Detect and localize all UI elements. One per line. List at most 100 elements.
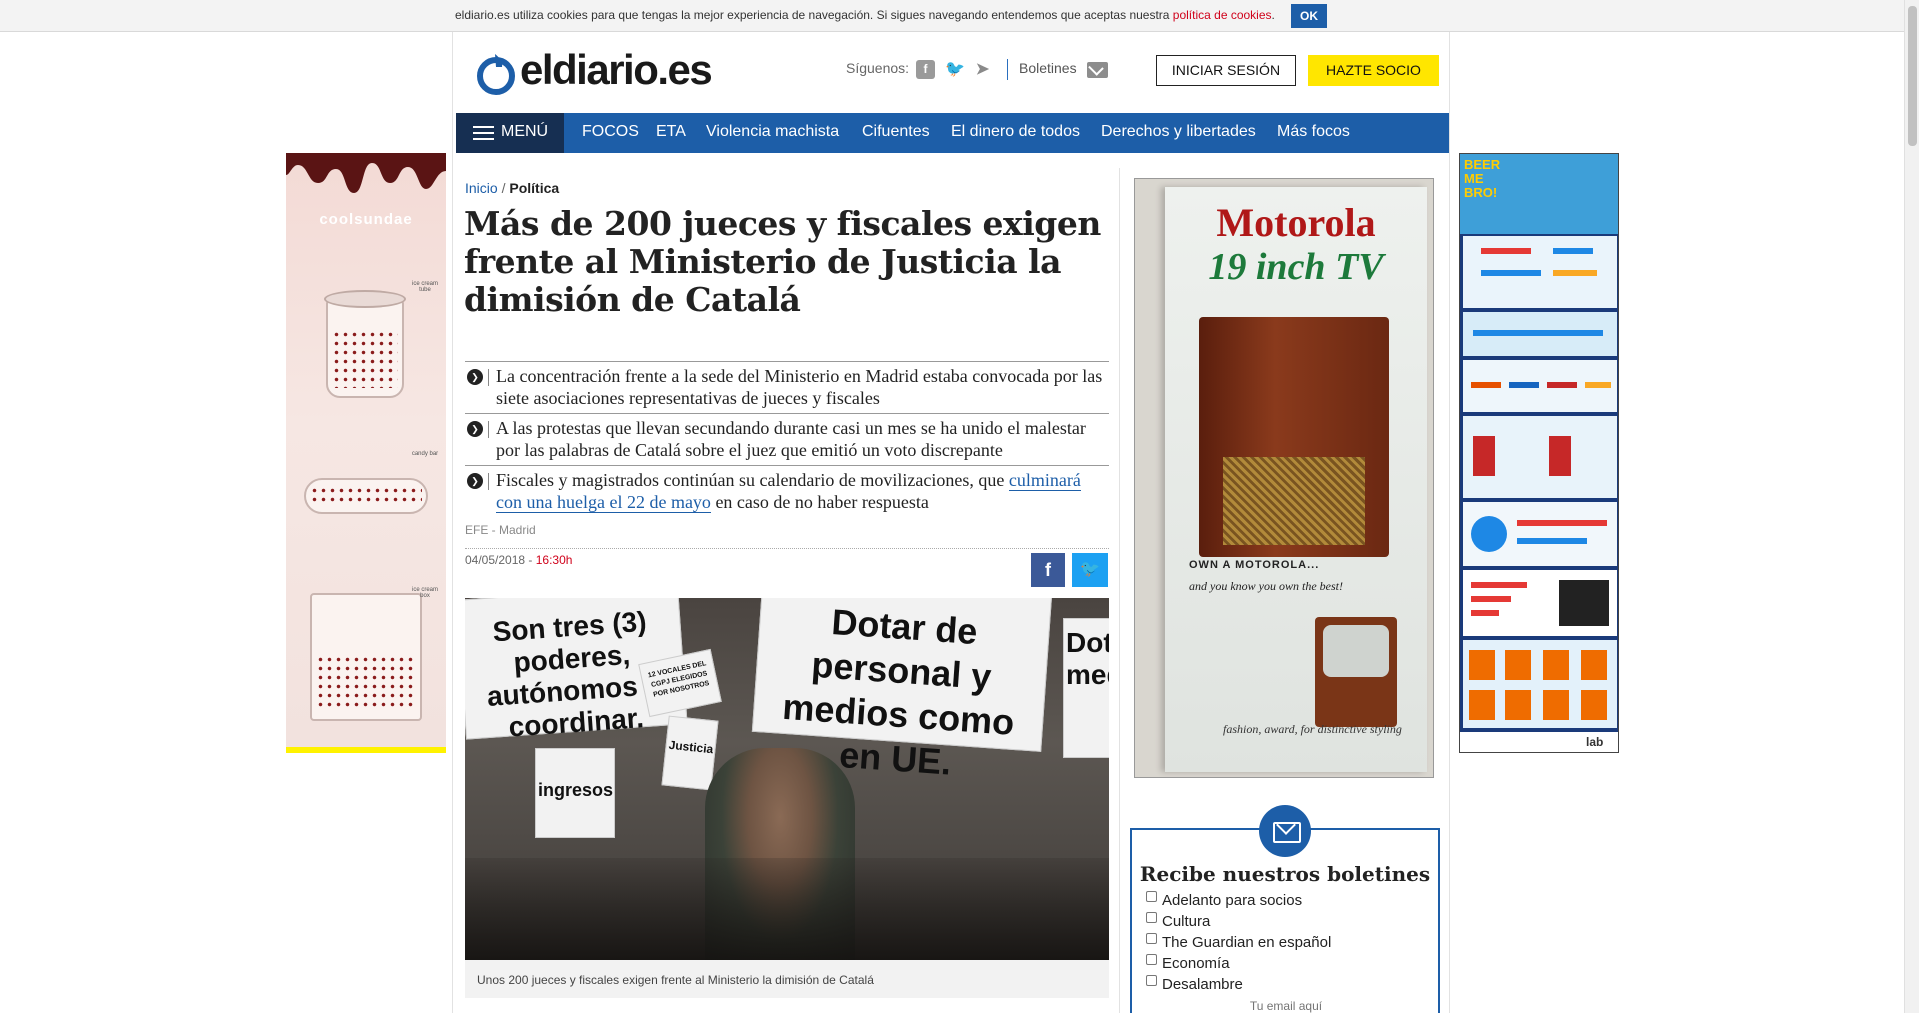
newsletter-checkbox[interactable] [1146, 954, 1157, 965]
motorola-ad-title: Motorola [1216, 200, 1376, 245]
ice-cream-box-image [310, 593, 422, 721]
article-headline: Más de 200 jueces y fiscales exigen fren… [464, 204, 1101, 319]
logo-text: eldiario.es [520, 46, 713, 93]
facebook-icon: f [1045, 560, 1051, 580]
protest-sign: ingresos [535, 748, 615, 838]
subscribe-button[interactable]: HAZTE SOCIO [1308, 55, 1439, 86]
newsletter-option-label: Cultura [1162, 913, 1211, 930]
page-scrollbar[interactable] [1904, 0, 1919, 1013]
bullet-divider [488, 421, 489, 438]
scrollbar-thumb[interactable] [1908, 6, 1917, 146]
motorola-ad-tagline: and you know you own the best! [1189, 579, 1343, 593]
breadcrumb-home-link[interactable]: Inicio [465, 180, 498, 196]
summary-item: ❯ A las protestas que llevan secundando … [465, 413, 1109, 465]
motorola-ad-fashion: fashion, award, for distinctive styling [1223, 722, 1402, 736]
summary-item: ❯ Fiscales y magistrados continúan su ca… [465, 465, 1109, 517]
article-date: 04/05/2018 - 16:30h [465, 553, 572, 567]
telegram-icon[interactable]: ➤ [973, 60, 992, 79]
nav-item-derechos-y-libertades[interactable]: Derechos y libertades [1101, 123, 1256, 141]
protest-sign: Justicia [661, 715, 719, 791]
nav-item-cifuentes[interactable]: Cifuentes [862, 123, 930, 141]
nav-item-eta[interactable]: ETA [656, 123, 686, 141]
main-nav: MENÚ FOCOS ETA Violencia machista Cifuen… [456, 113, 1449, 153]
cookie-accept-button[interactable]: OK [1291, 4, 1327, 28]
menu-label: MENÚ [501, 123, 549, 140]
newsletter-checkbox[interactable] [1146, 975, 1157, 986]
newsletter-title: Recibe nuestros boletines [1139, 862, 1431, 886]
motorola-ad-subtitle: 19 inch TV [1208, 246, 1384, 288]
mail-icon[interactable] [1087, 62, 1108, 78]
cookie-policy-link[interactable]: política de cookies [1173, 8, 1272, 22]
infographic-panel [1463, 236, 1617, 308]
summary-text: Fiscales y magistrados continúan su cale… [496, 469, 1106, 513]
speaker-grille [1223, 457, 1365, 545]
facebook-icon[interactable]: f [916, 60, 935, 79]
photo-caption: Unos 200 jueces y fiscales exigen frente… [465, 960, 1109, 998]
cookie-period: . [1271, 8, 1275, 22]
newsletter-option[interactable]: Cultura [1146, 912, 1211, 930]
infographic-panel [1463, 640, 1617, 728]
newsletter-option[interactable]: The Guardian en español [1146, 933, 1332, 951]
summary-text-start: Fiscales y magistrados continúan su cale… [496, 470, 1009, 490]
newsletters-link[interactable]: Boletines [1019, 60, 1077, 76]
envelope-icon [1259, 805, 1311, 857]
breadcrumb-current[interactable]: Política [509, 180, 559, 196]
header-divider [1007, 59, 1008, 80]
share-twitter-button[interactable]: 🐦 [1072, 553, 1108, 587]
infographic-panel [1463, 416, 1617, 498]
infographic-header: BEER ME BRO! [1460, 154, 1618, 234]
left-ad-banner[interactable]: coolsundae ice cream tube candy bar ice … [286, 153, 446, 753]
newsletter-option[interactable]: Desalambre [1146, 975, 1243, 993]
infographic-panel [1463, 312, 1617, 356]
newsletter-email-input[interactable] [1186, 998, 1386, 1013]
chevron-right-icon: ❯ [467, 473, 483, 489]
newsletter-option[interactable]: Adelanto para socios [1146, 891, 1302, 909]
breadcrumb: Inicio / Política [465, 180, 559, 196]
newsletter-checkbox[interactable] [1146, 891, 1157, 902]
candy-bar-image [304, 478, 428, 514]
article-time: 16:30h [535, 553, 573, 567]
infographic-footer: lab [1460, 732, 1618, 752]
byline-divider [465, 548, 1109, 549]
ice-cream-tub-image [324, 290, 406, 398]
bullet-divider [488, 473, 489, 490]
chocolate-drip-graphic [286, 153, 446, 193]
newsletter-option-label: The Guardian en español [1162, 934, 1332, 951]
tv-cabinet-image [1199, 317, 1389, 557]
infographic-panel [1463, 502, 1617, 566]
nav-item-focos[interactable]: FOCOS [582, 123, 639, 141]
cookie-message-text: eldiario.es utiliza cookies para que ten… [455, 8, 1173, 22]
newsletter-option-label: Desalambre [1162, 976, 1243, 993]
newsletter-checkbox[interactable] [1146, 933, 1157, 944]
cookie-message: eldiario.es utiliza cookies para que ten… [455, 8, 1275, 22]
newsletter-checkbox[interactable] [1146, 912, 1157, 923]
infographic-title: BEER ME BRO! [1464, 157, 1501, 200]
chevron-right-icon: ❯ [467, 421, 483, 437]
small-tv-image [1315, 617, 1397, 727]
summary-text-end: en caso de no haber respuesta [710, 492, 929, 512]
infographic-panel [1463, 570, 1617, 636]
hamburger-icon [473, 126, 494, 140]
newsletter-option[interactable]: Economía [1146, 954, 1230, 972]
menu-button[interactable]: MENÚ [456, 113, 564, 153]
login-button[interactable]: INICIAR SESIÓN [1156, 55, 1296, 86]
article-byline: EFE - Madrid [465, 523, 536, 537]
protest-sign: Dotar de personal y medios como en UE. [751, 598, 1053, 783]
chevron-right-icon: ❯ [467, 369, 483, 385]
nav-item-mas-focos[interactable]: Más focos [1277, 123, 1350, 141]
ad-product-label: ice cream tube [411, 281, 438, 293]
nav-item-violencia-machista[interactable]: Violencia machista [706, 123, 839, 141]
logo-mark-icon [477, 54, 515, 95]
motorola-ad[interactable]: Motorola 19 inch TV OWN A MOTOROLA... an… [1134, 178, 1434, 778]
share-facebook-button[interactable]: f [1031, 553, 1065, 587]
bullet-divider [488, 369, 489, 386]
right-ad-banner[interactable]: BEER ME BRO! lab [1459, 153, 1619, 753]
ad-product-label: candy bar [411, 451, 439, 457]
twitter-icon[interactable]: 🐦 [945, 60, 965, 79]
article-photo[interactable]: Son tres (3) poderes, autónomos a coordi… [465, 598, 1109, 960]
column-divider [1119, 168, 1120, 1013]
newsletter-option-label: Economía [1162, 955, 1230, 972]
nav-item-el-dinero-de-todos[interactable]: El dinero de todos [951, 123, 1080, 141]
ad-brand-text: coolsundae [319, 211, 413, 228]
summary-text: La concentración frente a la sede del Mi… [496, 366, 1103, 408]
